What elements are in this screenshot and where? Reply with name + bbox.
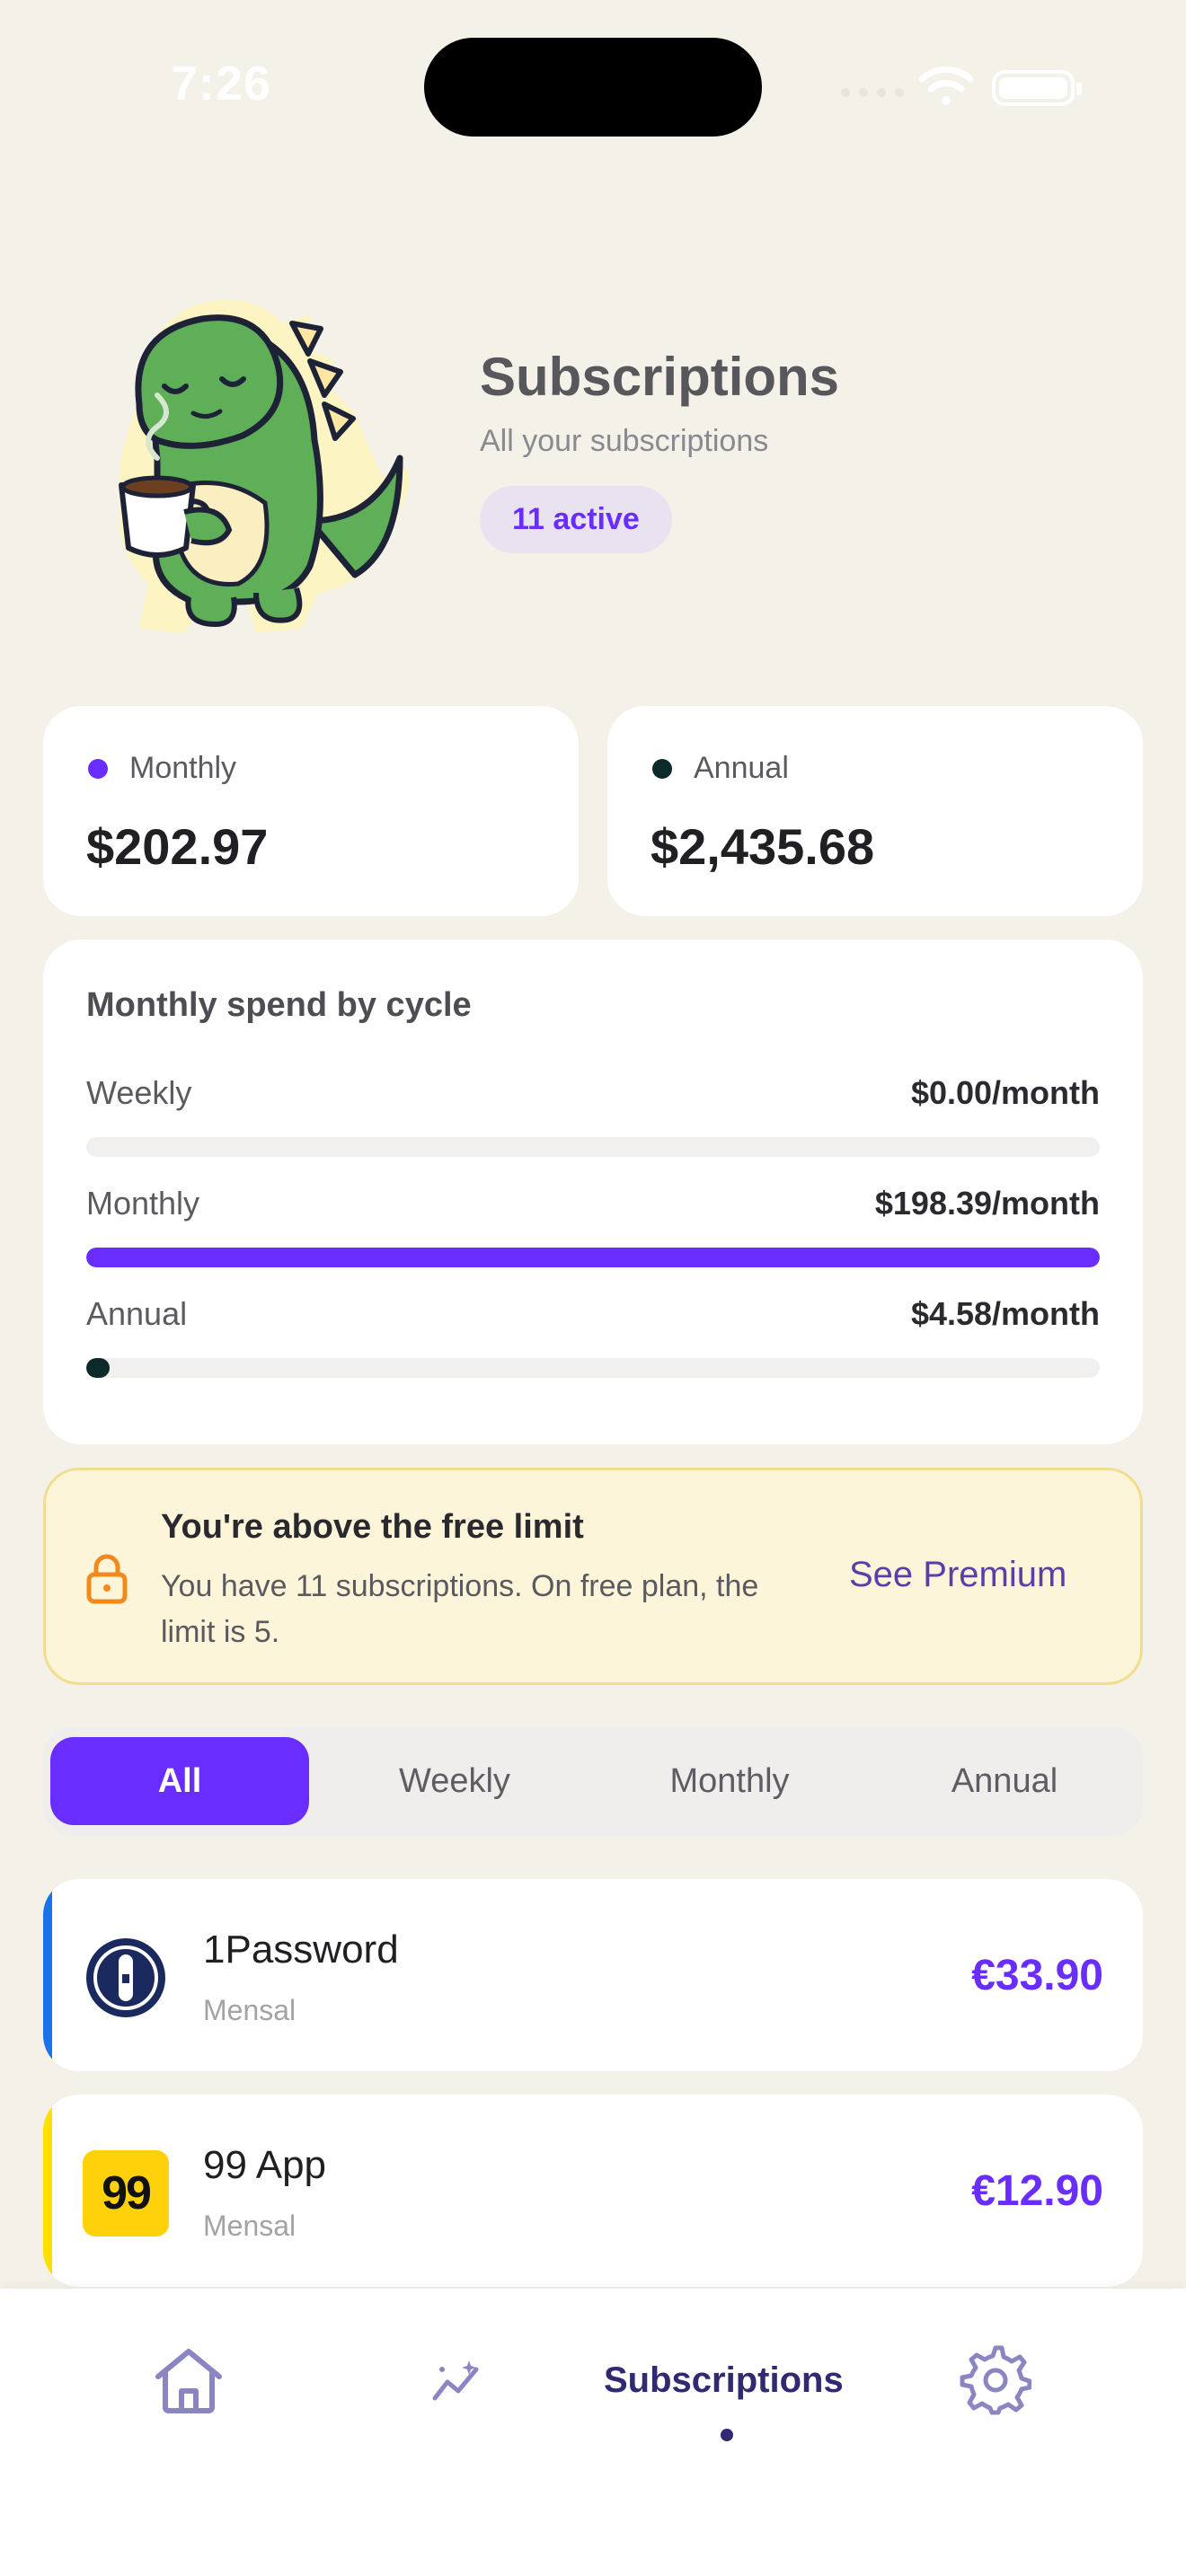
monthly-total-label-text: Monthly <box>129 751 237 785</box>
annual-total-card: Annual $2,435.68 <box>607 706 1143 916</box>
limit-title: You're above the free limit <box>161 1508 584 1546</box>
subscription-name: 1Password <box>203 1928 399 1972</box>
subscription-price: €12.90 <box>971 2167 1103 2215</box>
subscription-accent <box>43 1879 52 2071</box>
lock-icon <box>86 1554 128 1604</box>
spend-row-label: Monthly <box>86 1185 200 1222</box>
tab-all[interactable]: All <box>50 1737 309 1825</box>
status-time: 7:26 <box>171 57 272 110</box>
status-bar: 7:26 <box>0 0 1186 171</box>
signal-icon <box>841 88 904 97</box>
monthly-total-value: $202.97 <box>86 818 269 875</box>
settings-icon[interactable] <box>960 2344 1031 2416</box>
annual-total-value: $2,435.68 <box>651 818 875 875</box>
tab-weekly[interactable]: Weekly <box>325 1737 584 1825</box>
tab-monthly[interactable]: Monthly <box>600 1737 859 1825</box>
spend-progress-fill <box>86 1248 1100 1267</box>
subscription-cycle: Mensal <box>203 1994 296 2026</box>
see-premium-link[interactable]: See Premium <box>849 1555 1067 1595</box>
dinosaur-mascot-icon <box>119 299 409 633</box>
spend-row-label: Weekly <box>86 1074 192 1111</box>
monthly-total-card: Monthly $202.97 <box>43 706 579 916</box>
hero-section: Subscriptions All your subscriptions 11 … <box>0 260 1186 647</box>
spend-progress-fill <box>86 1358 110 1378</box>
ninety-nine-logo-text: 99 <box>102 2167 152 2219</box>
battery-icon <box>992 70 1082 106</box>
ninety-nine-logo-icon: 99 <box>83 2150 169 2236</box>
annual-total-label-text: Annual <box>694 751 789 785</box>
free-limit-banner: You're above the free limit You have 11 … <box>43 1468 1143 1685</box>
cycle-filter-tabs: All Weekly Monthly Annual <box>43 1726 1143 1836</box>
subscription-accent <box>43 2095 52 2287</box>
subscription-cycle: Mensal <box>203 2210 296 2242</box>
spend-row-label: Annual <box>86 1295 188 1332</box>
annual-dot-icon <box>652 758 672 779</box>
active-count-badge: 11 active <box>480 486 672 553</box>
spend-row-amount: $4.58/month <box>910 1295 1100 1332</box>
monthly-dot-icon <box>88 758 108 779</box>
home-icon[interactable] <box>151 2344 226 2416</box>
limit-description: You have 11 subscriptions. On free plan,… <box>161 1569 759 1649</box>
bottom-navigation: Subscriptions <box>0 2289 1186 2576</box>
spend-by-cycle-card: Monthly spend by cycle Weekly $0.00/mont… <box>43 940 1143 1444</box>
spend-progress-track <box>86 1358 1100 1378</box>
page-title: Subscriptions <box>480 347 840 407</box>
spend-progress-track <box>86 1248 1100 1267</box>
tab-annual[interactable]: Annual <box>875 1737 1134 1825</box>
subscription-name: 99 App <box>203 2143 327 2187</box>
wifi-icon <box>918 66 974 105</box>
analytics-icon[interactable] <box>429 2357 483 2407</box>
spend-row-amount: $0.00/month <box>910 1074 1100 1111</box>
onepassword-logo-icon <box>86 1938 165 2017</box>
monthly-total-label: Monthly <box>88 751 236 786</box>
subscription-item-99-app[interactable]: 99 99 App Mensal €12.90 <box>43 2095 1143 2287</box>
nav-subscriptions-tab[interactable]: Subscriptions <box>604 2360 844 2401</box>
hero-text: Subscriptions All your subscriptions 11 … <box>480 346 839 553</box>
spend-progress-track <box>86 1137 1100 1157</box>
spend-title: Monthly spend by cycle <box>86 986 472 1024</box>
spend-row-amount: $198.39/month <box>874 1185 1100 1222</box>
page-subtitle: All your subscriptions <box>480 424 769 458</box>
annual-total-label: Annual <box>652 751 789 786</box>
dynamic-island <box>424 38 762 137</box>
subscription-item-1password[interactable]: 1Password Mensal €33.90 <box>43 1879 1143 2071</box>
nav-active-indicator <box>721 2429 733 2441</box>
subscription-price: €33.90 <box>971 1952 1103 1999</box>
